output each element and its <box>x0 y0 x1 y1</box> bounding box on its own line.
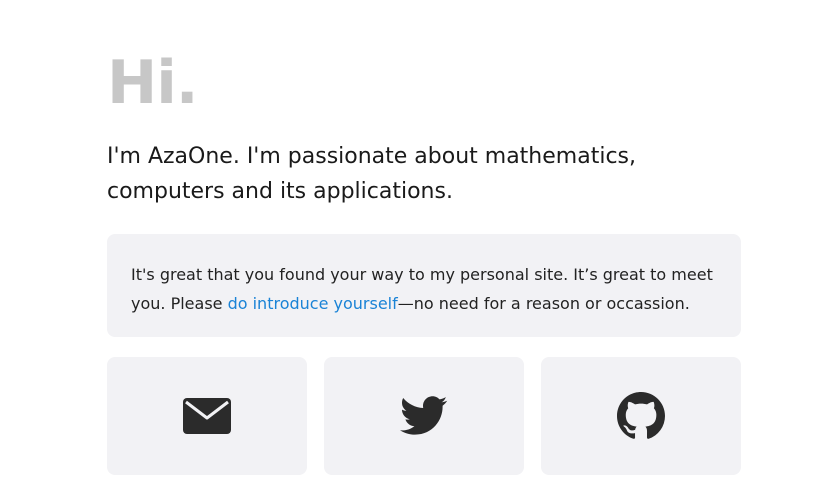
intro-card: It's great that you found your way to my… <box>107 234 741 337</box>
intro-lead: I'm AzaOne. I'm passionate about mathema… <box>107 144 636 204</box>
github-button[interactable] <box>541 357 741 475</box>
greeting-heading: Hi. <box>107 48 199 118</box>
intro-text-after-link: —no need for a reason or occassion. <box>397 294 690 313</box>
envelope-icon <box>183 398 231 434</box>
github-octocat-icon <box>617 392 665 439</box>
twitter-bird-icon <box>400 396 448 435</box>
page: Hi. I'm AzaOne. I'm passionate about mat… <box>0 0 824 478</box>
twitter-button[interactable] <box>324 357 524 475</box>
intro-paragraph: It's great that you found your way to my… <box>131 260 717 318</box>
email-button[interactable] <box>107 357 307 475</box>
introduce-yourself-link[interactable]: do introduce yourself <box>228 294 398 313</box>
